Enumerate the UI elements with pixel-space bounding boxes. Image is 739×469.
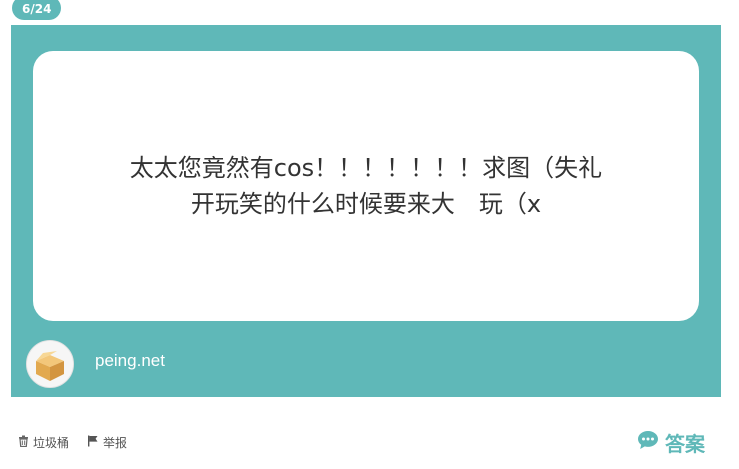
- question-text: 太太您竟然有cos！！！！！！！求图（失礼 开玩笑的什么时候要来大 玩（x: [129, 154, 603, 218]
- page-counter: 6/24: [12, 0, 62, 20]
- question-bubble: 太太您竟然有cos！！！！！！！求图（失礼 开玩笑的什么时候要来大 玩（x: [33, 51, 699, 321]
- answer-button[interactable]: 答案: [637, 428, 705, 457]
- question-card: 太太您竟然有cos！！！！！！！求图（失礼 开玩笑的什么时候要来大 玩（x pe…: [11, 25, 721, 397]
- report-button[interactable]: 举报: [87, 434, 127, 451]
- trash-button[interactable]: 垃圾桶: [18, 434, 69, 451]
- site-brand[interactable]: peing.net: [95, 351, 165, 371]
- trash-label: 垃圾桶: [33, 436, 70, 450]
- answer-label: 答案: [665, 432, 705, 456]
- cardboard-box-icon: [26, 340, 74, 388]
- flag-icon: [87, 435, 99, 450]
- speech-bubble-icon: [637, 430, 659, 455]
- report-label: 举报: [103, 436, 128, 450]
- trash-icon: [18, 435, 29, 450]
- action-bar: 垃圾桶 举报: [18, 434, 127, 451]
